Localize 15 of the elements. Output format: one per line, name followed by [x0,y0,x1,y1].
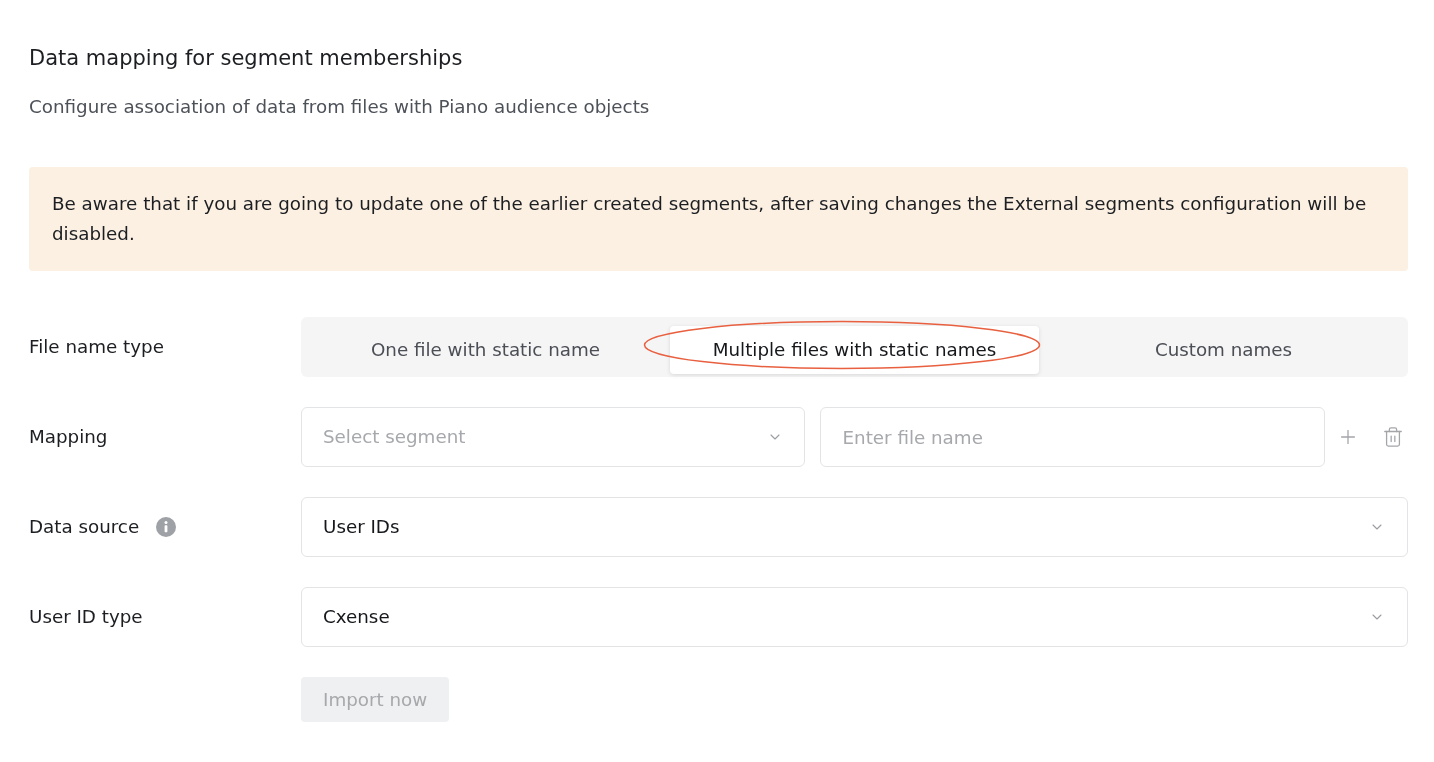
field-label: Data source [29,515,140,540]
trash-icon [1382,426,1404,448]
segment-tab[interactable]: Custom names [1039,326,1408,374]
warning-text: Be aware that if you are going to update one of the earlier created segments, after saving changes the External segments configuration will be disabled. [52,192,1368,246]
file-name-input[interactable]: Enter file name [819,407,1325,467]
dropdown-select[interactable]: Cxense [301,587,1408,647]
field-label: File name type [29,335,164,360]
page-title: Data mapping for segment memberships [29,45,464,72]
page-subtitle: Configure association of data from files with Piano audience objects [29,95,651,119]
field-label: Mapping [29,425,108,450]
segment-tab[interactable]: Multiple files with static names [670,326,1039,374]
segment-tab[interactable]: One file with static name [301,326,670,374]
dropdown-select[interactable]: User IDs [301,497,1408,557]
delete-button[interactable] [1382,425,1404,449]
field-label: User ID type [29,605,143,630]
